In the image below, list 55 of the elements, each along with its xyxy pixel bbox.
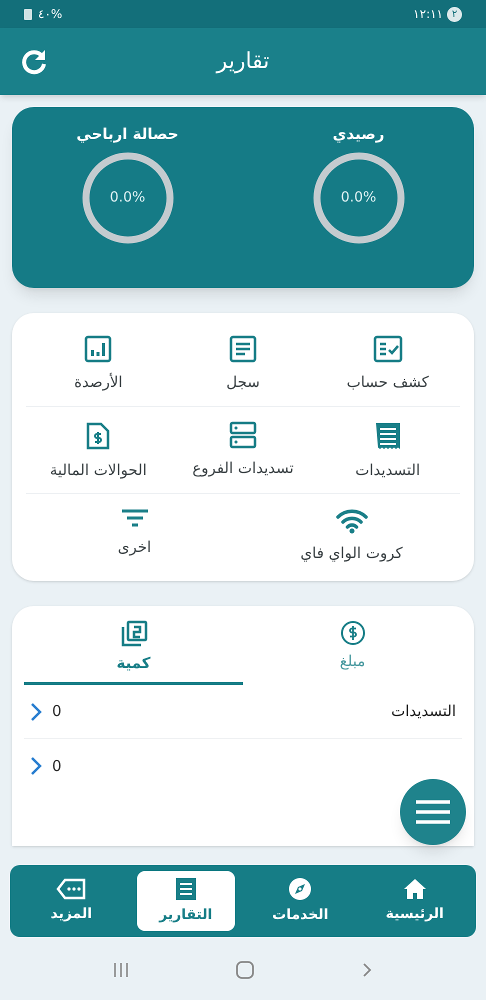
invoice-dollar-icon (85, 420, 112, 450)
compass-icon (288, 876, 312, 900)
report-item[interactable]: التسديدات (315, 414, 460, 487)
checklist-icon (372, 335, 403, 363)
row-value: 0 (52, 756, 62, 777)
recent-apps-icon[interactable] (113, 962, 129, 978)
row-value: 0 (52, 701, 62, 722)
report-item[interactable]: كشف حساب (315, 329, 460, 400)
row-label: التسديدات (391, 701, 456, 722)
bar-chart-icon (84, 335, 112, 363)
battery-icon (24, 8, 32, 20)
home-button-icon[interactable] (235, 960, 255, 980)
gauge-reading: 0.0% (110, 188, 146, 207)
receipt-icon (174, 876, 197, 900)
nav-tab[interactable]: الخدمات (251, 871, 350, 931)
home-icon (402, 878, 427, 900)
server-icon (229, 420, 258, 448)
filter-icon (120, 508, 148, 528)
report-label: سجل (226, 372, 260, 393)
report-item[interactable]: اخرى (26, 502, 243, 570)
receipt-icon (374, 420, 402, 450)
chevron-icon (30, 702, 42, 722)
back-icon[interactable] (361, 962, 373, 978)
report-label: كشف حساب (346, 372, 429, 393)
wifi-icon (334, 508, 368, 534)
report-label: اخرى (118, 537, 152, 558)
chevron-icon (30, 756, 42, 776)
battery-percent: %٤٠ (38, 6, 62, 23)
report-item[interactable]: سجل (170, 329, 316, 400)
nav-tab[interactable]: التقارير (136, 871, 235, 931)
refresh-icon (20, 48, 48, 76)
report-item[interactable]: كروت الواي فاي (243, 502, 460, 570)
gauge-label: رصيدي (332, 124, 384, 145)
summary-row[interactable]: 0 (24, 739, 462, 793)
dollar-circle-icon (340, 620, 366, 646)
report-label: التسديدات (355, 460, 420, 480)
clock: ١٢:١١ (413, 6, 443, 23)
header-title: تقارير (216, 48, 270, 76)
report-label: الأرصدة (74, 372, 123, 393)
report-label: الحوالات المالية (50, 460, 147, 481)
stacked-squares-icon (120, 620, 148, 648)
report-label: كروت الواي فاي (300, 543, 403, 564)
tag-dots-icon (56, 878, 86, 900)
document-icon (229, 335, 258, 363)
gauge-reading: 0.0% (340, 188, 376, 207)
report-item[interactable]: تسديدات الفروع (170, 414, 316, 487)
report-item[interactable]: الحوالات المالية (26, 414, 171, 487)
summary-tab[interactable]: كمية (24, 616, 243, 685)
report-item[interactable]: الأرصدة (26, 329, 171, 400)
nav-tab[interactable]: الرئيسية (366, 871, 464, 931)
nav-tab[interactable]: المزيد (22, 871, 120, 931)
report-label: تسديدات الفروع (192, 458, 294, 479)
notification-badge: ٢ (447, 6, 462, 22)
menu-icon (416, 799, 450, 825)
gauge-label: حصالة ارباحي (76, 124, 179, 145)
